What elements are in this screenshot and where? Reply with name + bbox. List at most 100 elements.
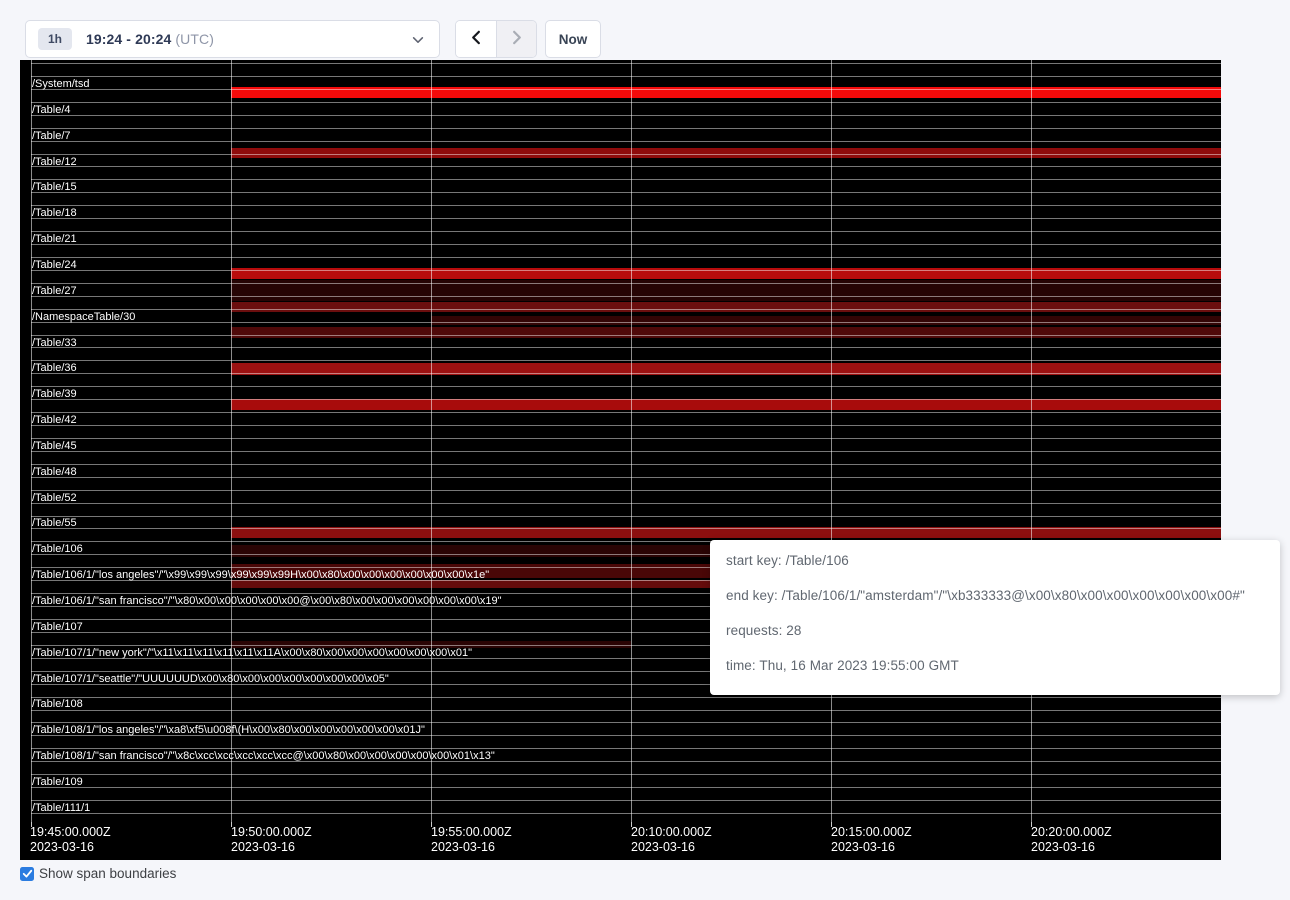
span-boundary-line (31, 63, 1221, 64)
axis-date: 2023-03-16 (231, 840, 312, 855)
row-label: /Table/27 (32, 285, 77, 297)
heat-band[interactable] (231, 327, 1221, 338)
heat-band[interactable] (231, 399, 1221, 410)
time-gridline (431, 60, 432, 822)
axis-date: 2023-03-16 (431, 840, 512, 855)
span-boundary-line (31, 813, 1221, 814)
now-button[interactable]: Now (545, 20, 601, 58)
span-boundary-line (31, 102, 1221, 103)
span-boundary-line (31, 399, 1221, 400)
span-boundary-line (31, 322, 1221, 323)
time-window-nav (455, 20, 537, 58)
row-label: /Table/106 (32, 543, 83, 555)
axis-date: 2023-03-16 (1031, 840, 1112, 855)
row-label: /Table/108 (32, 698, 83, 710)
span-boundary-line (31, 231, 1221, 232)
row-label: /Table/107/1/"new york"/"\x11\x11\x11\x1… (32, 647, 472, 659)
row-label: /Table/107 (32, 621, 83, 633)
row-label: /Table/39 (32, 388, 77, 400)
span-boundary-line (31, 425, 1221, 426)
row-label: /Table/108/1/"los angeles"/"\xa8\xf5\u00… (32, 724, 425, 736)
axis-time: 20:15:00.000Z (831, 825, 912, 840)
axis-time: 20:10:00.000Z (631, 825, 712, 840)
span-boundary-line (31, 296, 1221, 297)
axis-time: 19:45:00.000Z (30, 825, 111, 840)
span-boundary-line (31, 490, 1221, 491)
span-boundary-line (31, 477, 1221, 478)
show-span-boundaries-checkbox[interactable] (20, 867, 34, 881)
timezone-text: (UTC) (175, 31, 214, 47)
span-boundary-line (31, 412, 1221, 413)
span-boundary-line (31, 257, 1221, 258)
heat-band[interactable] (231, 302, 1221, 312)
time-range-text: 19:24 - 20:24 (86, 31, 171, 47)
span-boundary-line (31, 179, 1221, 180)
span-tooltip: start key: /Table/106 end key: /Table/106… (710, 540, 1280, 695)
span-boundary-line (31, 347, 1221, 348)
span-boundary-line (31, 787, 1221, 788)
row-label: /Table/111/1 (32, 802, 90, 814)
time-axis-label: 20:20:00.000Z2023-03-16 (1031, 825, 1112, 855)
time-window-selector[interactable]: 1h 19:24 - 20:24(UTC) (25, 20, 440, 58)
row-label: /System/tsd (32, 78, 89, 90)
time-axis-label: 20:10:00.000Z2023-03-16 (631, 825, 712, 855)
span-boundary-line (31, 373, 1221, 374)
time-gridline (231, 60, 232, 822)
span-boundary-line (31, 528, 1221, 529)
row-label: /Table/106/1/"san francisco"/"\x80\x00\x… (32, 595, 502, 607)
time-window-duration-badge: 1h (38, 28, 72, 50)
row-label: /Table/7 (32, 130, 71, 142)
time-axis-label: 19:50:00.000Z2023-03-16 (231, 825, 312, 855)
chevron-right-icon (509, 30, 524, 48)
span-boundary-line (31, 283, 1221, 284)
span-boundary-line (31, 192, 1221, 193)
span-boundary-line (31, 503, 1221, 504)
key-visualizer-canvas[interactable]: /System/tsd/Table/4/Table/7/Table/12/Tab… (20, 60, 1221, 860)
span-boundary-line (31, 710, 1221, 711)
row-label: /Table/108/1/"san francisco"/"\x8c\xcc\x… (32, 750, 495, 762)
row-label: /Table/107/1/"seattle"/"UUUUUUD\x00\x80\… (32, 673, 389, 685)
axis-time: 19:55:00.000Z (431, 825, 512, 840)
row-label: /Table/55 (32, 517, 77, 529)
row-label: /Table/52 (32, 492, 77, 504)
row-label: /Table/48 (32, 466, 77, 478)
span-boundary-line (31, 154, 1221, 155)
span-boundary-line (31, 218, 1221, 219)
axis-time: 20:20:00.000Z (1031, 825, 1112, 840)
tooltip-line: end key: /Table/106/1/"amsterdam"/"\xb33… (726, 588, 1264, 603)
row-label: /Table/18 (32, 207, 77, 219)
time-gridline (831, 60, 832, 822)
time-gridline (1031, 60, 1032, 822)
checkmark-icon (22, 868, 33, 879)
time-window-next-button[interactable] (496, 21, 536, 57)
span-boundary-line (31, 451, 1221, 452)
span-boundary-line (31, 360, 1221, 361)
axis-date: 2023-03-16 (30, 840, 111, 855)
axis-date: 2023-03-16 (831, 840, 912, 855)
row-label: /Table/106/1/"los angeles"/"\x99\x99\x99… (32, 569, 489, 581)
span-tooltip-content: start key: /Table/106 end key: /Table/106… (726, 553, 1264, 673)
row-label: /NamespaceTable/30 (32, 311, 135, 323)
tooltip-line: requests: 28 (726, 623, 1264, 638)
time-axis-label: 19:55:00.000Z2023-03-16 (431, 825, 512, 855)
time-window-prev-button[interactable] (456, 21, 496, 57)
tooltip-line: start key: /Table/106 (726, 553, 1264, 568)
chevron-left-icon (469, 30, 484, 48)
span-boundary-line (31, 205, 1221, 206)
row-label: /Table/109 (32, 776, 83, 788)
span-boundary-line (31, 697, 1221, 698)
time-toolbar: 1h 19:24 - 20:24(UTC) Now (0, 0, 1290, 60)
row-label: /Table/24 (32, 259, 77, 271)
span-boundary-line (31, 438, 1221, 439)
span-boundary-line (31, 464, 1221, 465)
row-label: /Table/42 (32, 414, 77, 426)
heat-band[interactable] (431, 316, 1221, 325)
checkbox-label: Show span boundaries (39, 866, 176, 881)
span-boundary-line (31, 128, 1221, 129)
axis-time: 19:50:00.000Z (231, 825, 312, 840)
span-boundary-line (31, 89, 1221, 90)
span-boundary-line (31, 335, 1221, 336)
time-axis-label: 20:15:00.000Z2023-03-16 (831, 825, 912, 855)
span-boundary-line (31, 309, 1221, 310)
axis-date: 2023-03-16 (631, 840, 712, 855)
